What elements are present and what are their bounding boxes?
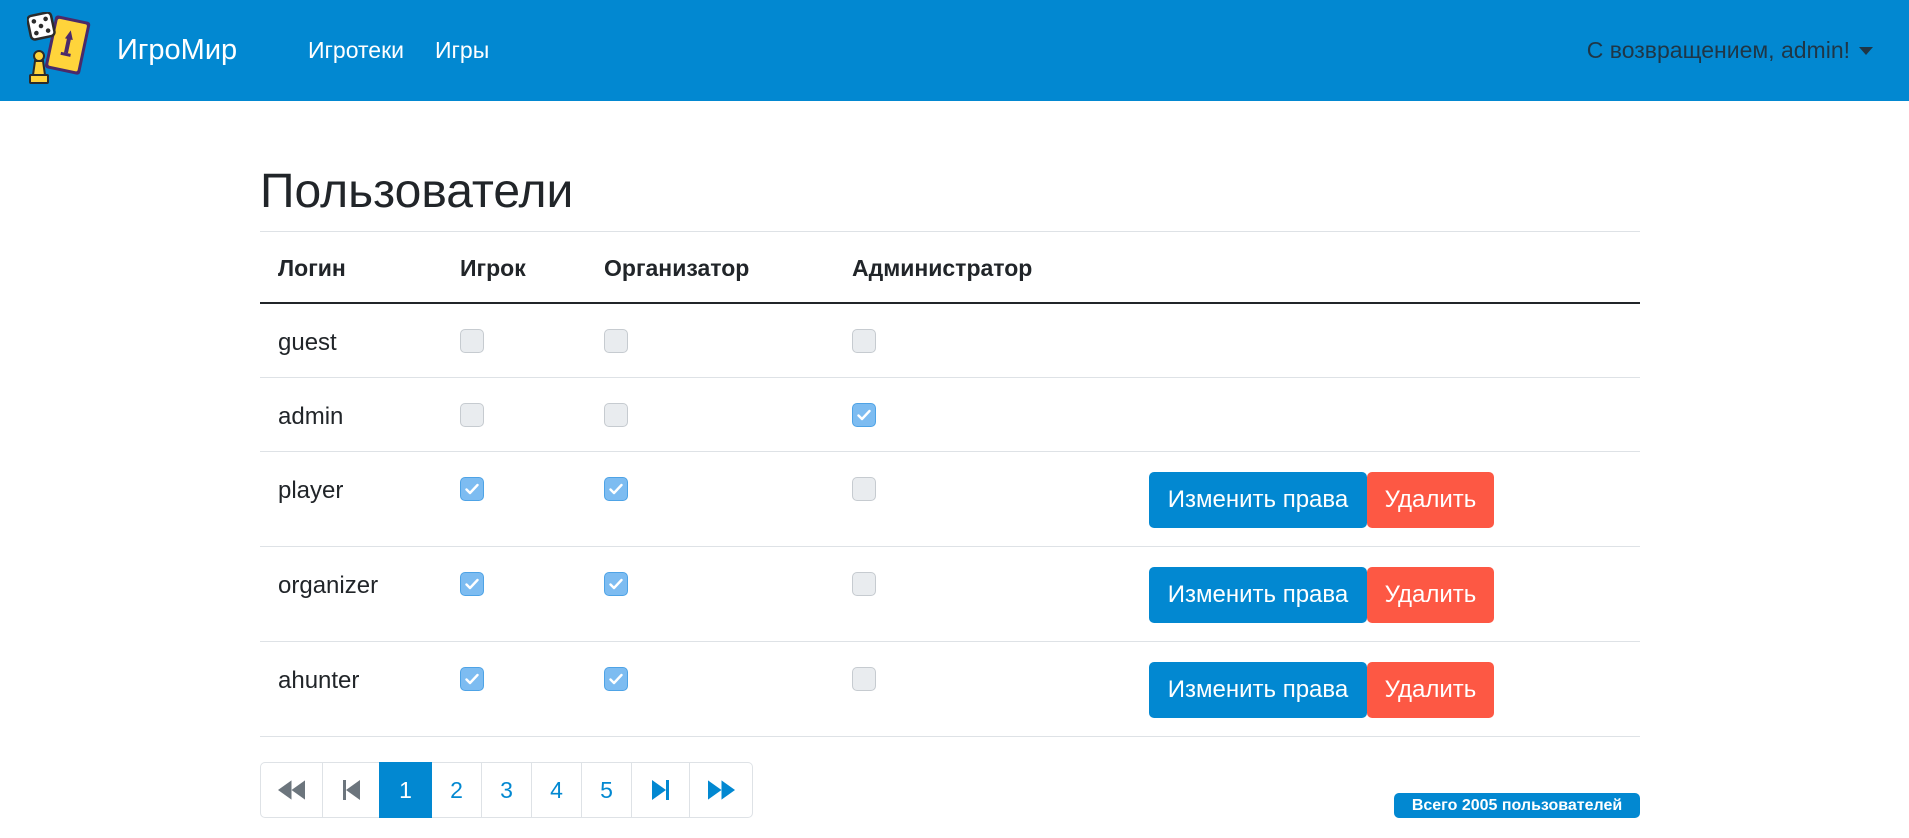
column-header-player: Игрок [460,255,526,281]
delete-user-button[interactable]: Удалить [1367,567,1494,623]
total-users-badge: Всего 2005 пользователей [1394,793,1640,818]
user-login: guest [278,329,337,356]
player-checkbox [460,572,484,596]
user-greeting: С возвращением, admin! [1586,37,1850,63]
player-checkbox [460,477,484,501]
delete-user-button[interactable]: Удалить [1367,472,1494,528]
table-row: admin [260,378,1640,452]
table-row: organizer Изменить права Удалить [260,547,1640,642]
edit-rights-button[interactable]: Изменить права [1149,472,1367,528]
last-page-button[interactable] [689,762,753,818]
first-page-button[interactable] [260,762,323,818]
page-title: Пользователи [260,165,574,218]
edit-rights-button[interactable]: Изменить права [1149,662,1367,718]
player-checkbox [460,667,484,691]
table-row: guest [260,304,1640,378]
table-header: Логин Игрок Организатор Администратор [260,231,1640,304]
user-login: player [278,477,344,504]
organizer-checkbox [604,329,628,353]
organizer-checkbox [604,477,628,501]
organizer-checkbox [604,572,628,596]
organizer-checkbox [604,667,628,691]
page-2-button[interactable]: 2 [431,762,482,818]
column-header-login: Логин [278,255,346,281]
next-page-button[interactable] [631,762,690,818]
page-1-button[interactable]: 1 [379,762,432,818]
table-row: ahunter Изменить права Удалить [260,642,1640,737]
delete-user-button[interactable]: Удалить [1367,662,1494,718]
caret-down-icon [1859,46,1873,55]
prev-page-button[interactable] [322,762,380,818]
nav-link-games[interactable]: Игры [435,37,489,64]
column-header-organizer: Организатор [604,255,750,281]
page-3-button[interactable]: 3 [481,762,532,818]
player-checkbox [460,329,484,353]
users-table: Логин Игрок Организатор Администратор gu… [260,231,1640,737]
admin-checkbox [852,477,876,501]
player-checkbox [460,403,484,427]
edit-rights-button[interactable]: Изменить права [1149,567,1367,623]
user-dropdown[interactable]: С возвращением, admin! [1587,37,1873,64]
admin-checkbox [852,667,876,691]
step-backward-icon [342,780,360,800]
admin-checkbox [852,403,876,427]
column-header-actions [1131,232,1640,302]
brand-name[interactable]: ИгроМир [117,33,237,67]
organizer-checkbox [604,403,628,427]
user-login: admin [278,403,344,430]
page-4-button[interactable]: 4 [531,762,582,818]
nav-link-game-libraries[interactable]: Игротеки [308,37,404,64]
pagination: 1 2 3 4 5 [260,762,753,818]
user-login: organizer [278,572,379,599]
navbar: ИгроМир Игротеки Игры С возвращением, ad… [0,0,1909,101]
table-row: player Изменить права Удалить [260,452,1640,547]
board-games-logo-icon[interactable] [27,12,91,86]
admin-checkbox [852,329,876,353]
page-5-button[interactable]: 5 [581,762,632,818]
admin-checkbox [852,572,876,596]
user-login: ahunter [278,667,360,694]
fast-backward-icon [278,780,305,800]
step-forward-icon [652,780,669,800]
column-header-administrator: Администратор [852,255,1033,281]
fast-forward-icon [707,780,735,800]
